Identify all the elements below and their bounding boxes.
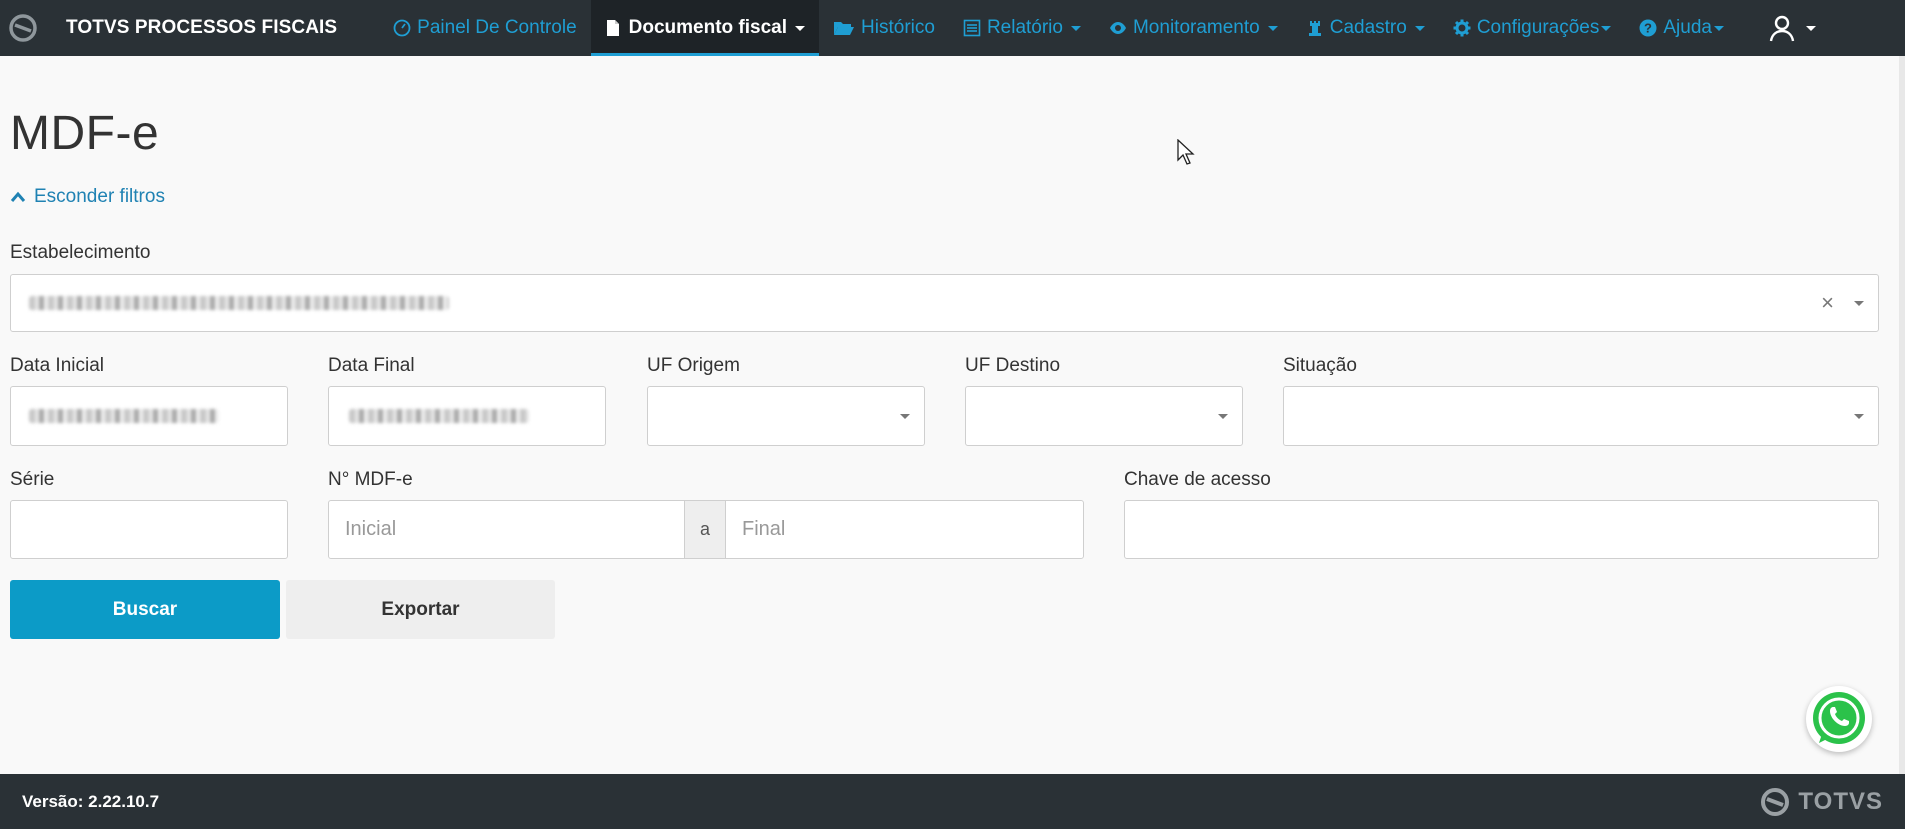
chave-acesso-input[interactable]: [1124, 500, 1879, 559]
hide-filters-toggle[interactable]: Esconder filtros: [10, 186, 165, 208]
nav-label: Configurações: [1476, 17, 1600, 38]
nav-documento-fiscal[interactable]: Documento fiscal: [590, 0, 820, 56]
whatsapp-button[interactable]: [1806, 686, 1872, 752]
search-button[interactable]: Buscar: [10, 580, 280, 639]
uf-origem-label: UF Origem: [647, 355, 740, 376]
data-final-input[interactable]: [328, 386, 606, 446]
chevron-down-icon: [900, 414, 910, 419]
user-icon: [1769, 15, 1795, 42]
top-navbar: TOTVS PROCESSOS FISCAIS Painel De Contro…: [0, 0, 1905, 56]
nav-monitoramento[interactable]: Monitoramento: [1095, 0, 1292, 56]
uf-origem-select[interactable]: [647, 386, 925, 446]
nav-label: Painel De Controle: [417, 17, 577, 38]
page-scrollbar[interactable]: [1899, 56, 1905, 774]
mouse-cursor-icon: [1177, 139, 1195, 165]
nav-relatorio[interactable]: Relatório: [949, 0, 1095, 56]
uf-destino-select[interactable]: [965, 386, 1243, 446]
svg-text:?: ?: [1644, 21, 1652, 36]
export-button[interactable]: Exportar: [286, 580, 555, 639]
nav-label: Documento fiscal: [628, 17, 788, 38]
totvs-logo-icon: [1761, 787, 1790, 816]
chevron-down-icon: [1601, 25, 1612, 31]
uf-destino-label: UF Destino: [965, 355, 1061, 376]
situacao-select[interactable]: [1283, 386, 1879, 446]
footer-logo-text: TOTVS: [1798, 787, 1883, 815]
chave-acesso-label: Chave de acesso: [1124, 469, 1271, 490]
chevron-down-icon: [1854, 301, 1864, 306]
nav-painel-de-controle[interactable]: Painel De Controle: [379, 0, 590, 56]
clear-icon[interactable]: ×: [1821, 292, 1834, 314]
hide-filters-label: Esconder filtros: [34, 186, 165, 207]
totvs-logo-icon: [9, 14, 37, 42]
tower-icon: [1306, 19, 1324, 37]
nav-label: Histórico: [861, 17, 935, 38]
user-menu[interactable]: [1768, 0, 1816, 56]
nav-ajuda[interactable]: ? Ajuda: [1625, 0, 1738, 56]
footer: Versão: 2.22.10.7 TOTVS: [0, 774, 1905, 829]
folder-open-icon: [833, 19, 855, 37]
brand[interactable]: TOTVS PROCESSOS FISCAIS: [0, 0, 379, 56]
version-text: Versão: 2.22.10.7: [22, 791, 160, 811]
main-nav: Painel De Controle Documento fiscal Hist…: [379, 0, 1738, 56]
situacao-label: Situação: [1283, 355, 1357, 376]
chevron-down-icon: [1267, 25, 1278, 31]
whatsapp-icon: [1813, 692, 1865, 744]
nav-label: Monitoramento: [1132, 17, 1260, 38]
redacted-value: [29, 409, 219, 423]
numero-mdfe-range: a: [328, 500, 1084, 559]
eye-icon: [1109, 19, 1127, 37]
chave-acesso-text-input[interactable]: [1125, 501, 1878, 558]
estabelecimento-select[interactable]: ×: [10, 274, 1879, 332]
chevron-down-icon: [1218, 414, 1228, 419]
chevron-down-icon: [1854, 414, 1864, 419]
nav-historico[interactable]: Histórico: [819, 0, 949, 56]
question-circle-icon: ?: [1639, 19, 1657, 37]
dashboard-icon: [393, 19, 411, 37]
chevron-down-icon: [1713, 25, 1724, 31]
footer-logo: TOTVS: [1760, 787, 1883, 817]
nav-label: Cadastro: [1329, 17, 1407, 38]
numero-inicial-input[interactable]: [329, 501, 684, 558]
serie-text-input[interactable]: [11, 501, 287, 558]
chevron-down-icon: [1070, 25, 1081, 31]
nav-cadastro[interactable]: Cadastro: [1292, 0, 1439, 56]
numero-final-input[interactable]: [726, 501, 1083, 558]
range-separator: a: [684, 501, 726, 558]
numero-mdfe-label: N° MDF-e: [328, 469, 413, 490]
gear-icon: [1453, 19, 1471, 37]
nav-configuracoes[interactable]: Configurações: [1439, 0, 1626, 56]
chevron-down-icon: [795, 25, 806, 31]
nav-label: Relatório: [986, 17, 1063, 38]
chevron-down-icon: [1805, 25, 1816, 31]
document-icon: [605, 19, 623, 37]
data-inicial-label: Data Inicial: [10, 355, 104, 376]
numero-final-wrapper: [726, 501, 1083, 558]
data-inicial-input[interactable]: [10, 386, 288, 446]
redacted-value: [29, 296, 449, 310]
brand-name: TOTVS PROCESSOS FISCAIS: [66, 17, 338, 38]
page-title: MDF-e: [10, 107, 160, 160]
chevron-down-icon: [1414, 25, 1425, 31]
nav-label: Ajuda: [1663, 17, 1712, 38]
chevron-up-icon: [10, 191, 26, 202]
serie-input[interactable]: [10, 500, 288, 559]
data-final-label: Data Final: [328, 355, 415, 376]
estabelecimento-label: Estabelecimento: [10, 242, 151, 263]
numero-inicial-wrapper: [329, 501, 684, 558]
list-alt-icon: [963, 19, 981, 37]
serie-label: Série: [10, 469, 55, 490]
redacted-value: [349, 409, 529, 423]
